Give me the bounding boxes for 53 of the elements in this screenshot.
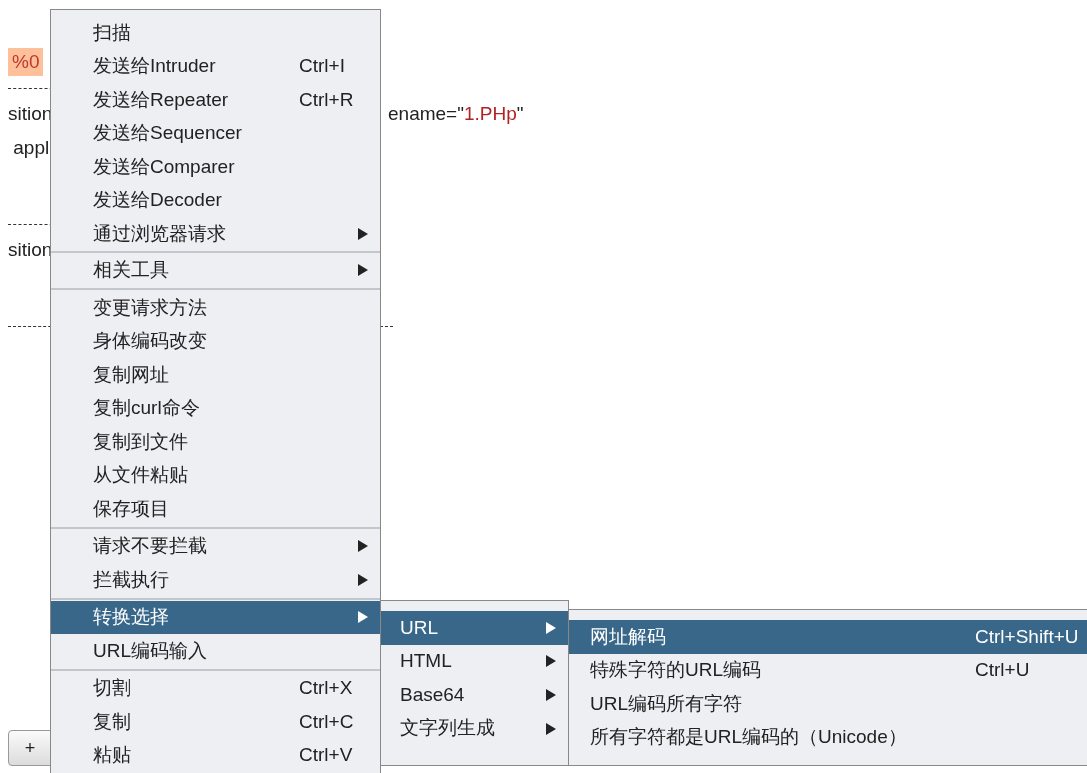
menu-item[interactable]: 身体编码改变 (51, 324, 380, 358)
menu-item[interactable]: 拦截执行 (51, 563, 380, 597)
menu-item[interactable]: URL编码所有字符 (569, 687, 1087, 721)
code-text: " (457, 101, 464, 126)
shortcut-label: Ctrl+R (299, 87, 354, 112)
menu-item[interactable]: 转换选择 (51, 600, 380, 634)
shortcut-label: Ctrl+X (299, 676, 353, 700)
string-value: 1.PHp (463, 101, 517, 126)
shortcut-label: Ctrl+Shift+U (975, 624, 1079, 649)
menu-item[interactable]: 特殊字符的URL编码 Ctrl+U (569, 653, 1087, 688)
menu-item[interactable]: 请求不要拦截 (51, 529, 380, 563)
code-text: ename= (388, 101, 458, 126)
menu-item[interactable]: 发送给Sequencer (51, 116, 380, 150)
menu-item[interactable]: 保存项目 (51, 492, 380, 526)
menu-item[interactable]: 所有字符都是URL编码的（Unicode） (569, 720, 1087, 755)
menu-item[interactable]: 文字列生成 (381, 711, 568, 746)
menu-item[interactable]: 复制 Ctrl+C (51, 705, 380, 739)
menu-item[interactable]: 发送给Intruder Ctrl+I (51, 49, 380, 83)
submenu-arrow-icon (357, 226, 369, 241)
menu-item[interactable]: 发送给Comparer (51, 150, 380, 184)
submenu-arrow-icon (357, 539, 369, 554)
code-text: appl (12, 135, 50, 160)
submenu-arrow-icon (357, 572, 369, 587)
menu-item[interactable]: 发送给Repeater Ctrl+R (51, 83, 380, 117)
menu-item[interactable]: Base64 (381, 678, 568, 712)
shortcut-label: Ctrl+V (299, 743, 353, 767)
menu-item[interactable]: 变更请求方法 (51, 291, 380, 325)
menu-item[interactable]: 发送给Decoder (51, 183, 380, 217)
code-text: " (516, 101, 524, 126)
menu-item[interactable]: URL (381, 611, 568, 645)
menu-item[interactable]: 扫描 (51, 16, 380, 50)
submenu-arrow-icon (545, 654, 557, 669)
code-text: %0 (8, 47, 44, 77)
menu-item[interactable]: 从文件粘贴 (51, 458, 380, 492)
submenu-arrow-icon (545, 721, 557, 736)
submenu-arrow-icon (357, 263, 369, 278)
menu-item[interactable]: 粘贴 Ctrl+V (51, 738, 380, 772)
menu-item[interactable]: 复制curl命令 (51, 391, 380, 425)
menu-item[interactable]: 复制网址 (51, 358, 380, 392)
add-button[interactable]: + (8, 730, 52, 766)
menu-item[interactable]: 网址解码 Ctrl+Shift+U (569, 620, 1087, 654)
menu-item[interactable]: 通过浏览器请求 (51, 217, 380, 251)
shortcut-label: Ctrl+I (299, 54, 345, 78)
shortcut-label: Ctrl+C (299, 709, 354, 734)
menu-item[interactable]: 相关工具 (51, 253, 380, 287)
menu-item[interactable]: URL编码输入 (51, 634, 380, 668)
submenu-arrow-icon (545, 620, 557, 635)
menu-item[interactable]: 切割 Ctrl+X (51, 671, 380, 705)
submenu-arrow-icon (545, 688, 557, 702)
menu-item[interactable]: HTML (381, 644, 568, 679)
menu-item[interactable]: 复制到文件 (51, 425, 380, 459)
submenu-arrow-icon (357, 610, 369, 625)
shortcut-label: Ctrl+U (975, 658, 1030, 683)
